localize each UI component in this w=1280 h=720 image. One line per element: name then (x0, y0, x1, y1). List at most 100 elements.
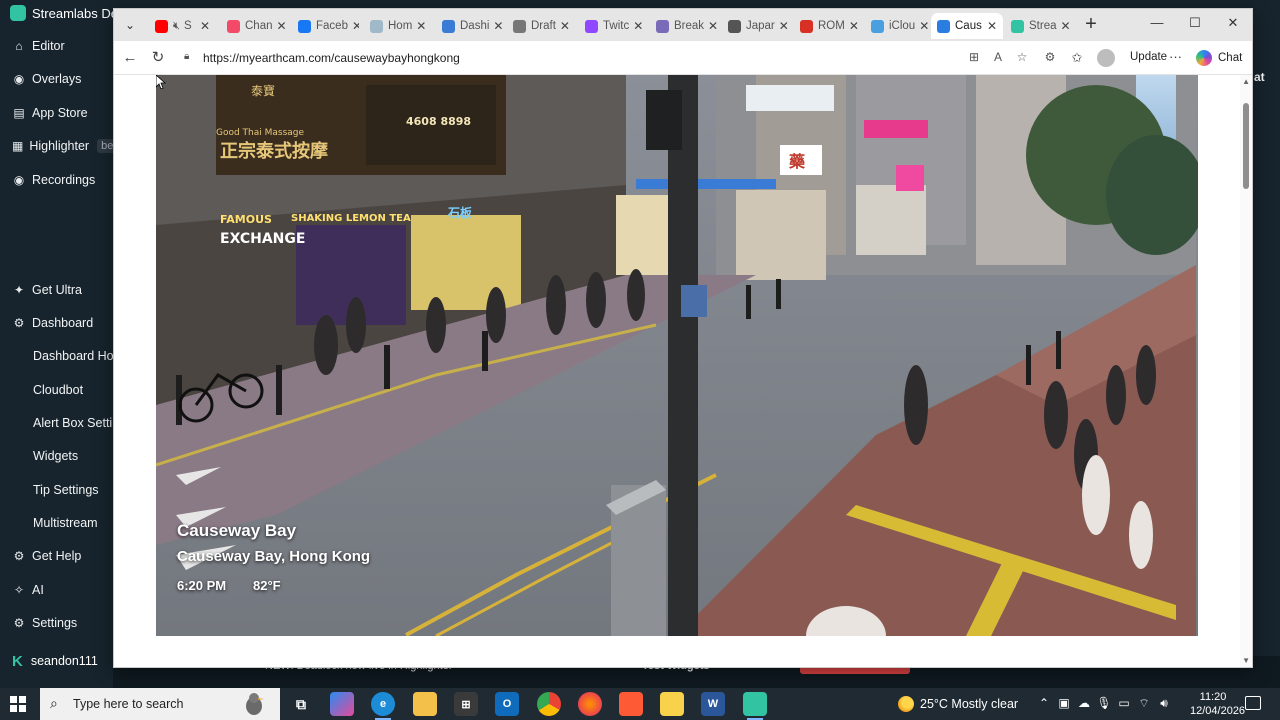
taskbar-clock[interactable]: 11:20 12/04/2026 (1190, 690, 1245, 718)
sidebar-item-recordings[interactable]: ◉ Recordings (0, 163, 113, 196)
task-view-icon[interactable]: ⧉ (289, 692, 313, 716)
record-icon: ◉ (13, 172, 25, 187)
close-tab-icon[interactable]: ✕ (629, 19, 643, 33)
file-explorer-icon[interactable] (413, 692, 437, 716)
sidebar-item-label: Cloudbot (33, 382, 84, 397)
tab-actions-chevron-down-icon[interactable]: ⌄ (120, 15, 140, 35)
maximize-button[interactable]: ☐ (1182, 15, 1208, 35)
search-icon: ⌕ (50, 695, 58, 711)
close-tab-icon[interactable]: ✕ (704, 19, 717, 33)
outlook-icon[interactable]: O (495, 692, 519, 716)
sticky-notes-icon[interactable] (660, 692, 684, 716)
refresh-button[interactable]: ↻ (148, 48, 168, 68)
sidebar-item-overlays[interactable]: ◉ Overlays (0, 62, 113, 95)
more-menu-icon[interactable]: ··· (1169, 49, 1182, 64)
copilot-taskbar-icon[interactable] (330, 692, 354, 716)
tray-device-icon[interactable]: ▣ (1056, 696, 1072, 710)
read-aloud-icon[interactable]: A (990, 50, 1006, 66)
close-tab-icon[interactable]: ✕ (1057, 19, 1071, 33)
sidebar-item-dashboard[interactable]: ⚙ Dashboard (0, 306, 113, 339)
back-button[interactable]: ← (120, 48, 140, 68)
firefox-icon[interactable] (578, 692, 602, 716)
update-button[interactable]: Update (1130, 51, 1167, 63)
tab-break[interactable]: Break ✕ (650, 13, 717, 39)
edge-taskbar-icon[interactable]: e (371, 692, 395, 720)
scroll-up-icon[interactable]: ▲ (1242, 77, 1250, 86)
sidebar-item-ai[interactable]: ✧ AI (0, 573, 113, 606)
close-tab-icon[interactable]: ✕ (196, 19, 210, 33)
ultra-icon: ✦ (13, 282, 25, 297)
search-placeholder[interactable]: Type here to search (73, 697, 183, 711)
sidebar-item-multistream[interactable]: Multistream (0, 506, 113, 539)
streamlabs-user[interactable]: Kseandon111 (0, 646, 113, 676)
battery-icon[interactable]: ▭ (1116, 696, 1132, 710)
new-tab-button[interactable]: + (1080, 14, 1102, 36)
streamlabs-taskbar-icon[interactable] (743, 692, 767, 720)
profile-avatar[interactable] (1097, 49, 1115, 67)
sidebar-item-label: Dashboard Hom (33, 348, 113, 363)
sidebar-item-app-store[interactable]: ▤ App Store (0, 96, 113, 129)
close-tab-icon[interactable]: ✕ (412, 19, 426, 33)
scroll-down-icon[interactable]: ▼ (1242, 656, 1250, 665)
tab-twitc[interactable]: Twitc ✕ (579, 13, 645, 39)
minimize-button[interactable]: — (1144, 15, 1170, 35)
sidebar-item-get-ultra[interactable]: ✦ Get Ultra (0, 273, 113, 306)
close-tab-icon[interactable]: ✕ (915, 19, 929, 33)
settings-icon: ⚙ (13, 615, 25, 630)
tab-japar[interactable]: Japar ✕ (722, 13, 789, 39)
sidebar-item-dashboard-hom[interactable]: Dashboard Hom (0, 339, 113, 372)
favorites-icon[interactable]: ✩ (1067, 48, 1087, 68)
show-hidden-icons-chevron-up-icon[interactable]: ⌃ (1036, 696, 1052, 710)
sidebar-item-alert-box-settin[interactable]: Alert Box Settin (0, 406, 113, 439)
close-window-button[interactable]: ✕ (1220, 15, 1246, 35)
favorite-star-icon[interactable]: ☆ (1014, 50, 1030, 66)
sidebar-item-cloudbot[interactable]: Cloudbot (0, 373, 113, 406)
tab-dashi[interactable]: Dashi ✕ (436, 13, 502, 39)
close-tab-icon[interactable]: ✕ (273, 19, 287, 33)
copilot-chat-button[interactable]: Chat (1196, 50, 1242, 66)
page-scrollbar[interactable]: ▲ ▼ (1240, 75, 1252, 667)
tab-caus[interactable]: Caus ✕ (931, 13, 1003, 39)
word-icon[interactable]: W (701, 692, 725, 716)
sidebar-item-settings[interactable]: ⚙ Settings (0, 606, 113, 639)
windows-start-icon[interactable] (10, 696, 26, 712)
app-available-icon[interactable]: ⊞ (966, 50, 982, 66)
onedrive-icon[interactable]: ☁ (1076, 696, 1092, 710)
volume-icon[interactable]: 🔊︎ (1156, 696, 1172, 711)
close-tab-icon[interactable]: ✕ (775, 19, 789, 33)
microphone-icon[interactable]: 🎙︎ (1096, 696, 1112, 710)
chrome-icon[interactable] (537, 692, 561, 716)
scroll-thumb[interactable] (1243, 103, 1249, 189)
sidebar-item-highlighter[interactable]: ▦ Highlighter be (0, 129, 113, 162)
close-tab-icon[interactable]: ✕ (489, 19, 502, 33)
tab-draft[interactable]: Draft ✕ (507, 13, 574, 39)
tab-faceb[interactable]: Faceb ✕ (292, 13, 359, 39)
close-tab-icon[interactable]: ✕ (983, 19, 997, 33)
extension-icon[interactable]: ⚙ (1042, 50, 1058, 66)
muted-speaker-icon[interactable]: 🔇︎ (173, 20, 180, 33)
close-tab-icon[interactable]: ✕ (845, 19, 859, 33)
notification-icon[interactable] (1245, 696, 1261, 710)
sidebar-item-get-help[interactable]: ⚙ Get Help (0, 539, 113, 572)
lock-icon[interactable]: 🔒︎ (184, 51, 196, 63)
help-icon: ⚙ (13, 548, 25, 563)
camera-feed[interactable]: 泰寶 Good Thai Massage 正宗泰式按摩 4608 8898 FA… (156, 75, 1198, 636)
wifi-icon[interactable]: ⌔ (1136, 696, 1152, 711)
tab-iclou[interactable]: iClou ✕ (865, 13, 931, 39)
tab-s[interactable]: 🔇︎ S ✕ (149, 13, 216, 39)
tab-hom[interactable]: Hom ✕ (364, 13, 431, 39)
sidebar-item-tip-settings[interactable]: Tip Settings (0, 473, 113, 506)
address-bar[interactable]: 🔒︎ https://myearthcam.com/causewaybayhon… (176, 46, 1056, 70)
weather-widget[interactable]: 25°C Mostly clear (898, 696, 1018, 712)
brave-icon[interactable] (619, 692, 643, 716)
tab-chan[interactable]: Chan ✕ (221, 13, 287, 39)
tab-strea[interactable]: Strea ✕ (1005, 13, 1071, 39)
taskbar-search[interactable]: ⌕ Type here to search (40, 688, 280, 720)
sidebar-item-editor[interactable]: ⌂ Editor (0, 29, 113, 62)
url-text[interactable]: https://myearthcam.com/causewaybayhongko… (203, 51, 460, 65)
microsoft-store-icon[interactable]: ⊞ (454, 692, 478, 716)
tab-rom[interactable]: ROM ✕ (794, 13, 860, 39)
sidebar-item-widgets[interactable]: Widgets (0, 439, 113, 472)
close-tab-icon[interactable]: ✕ (348, 19, 359, 33)
close-tab-icon[interactable]: ✕ (556, 19, 570, 33)
